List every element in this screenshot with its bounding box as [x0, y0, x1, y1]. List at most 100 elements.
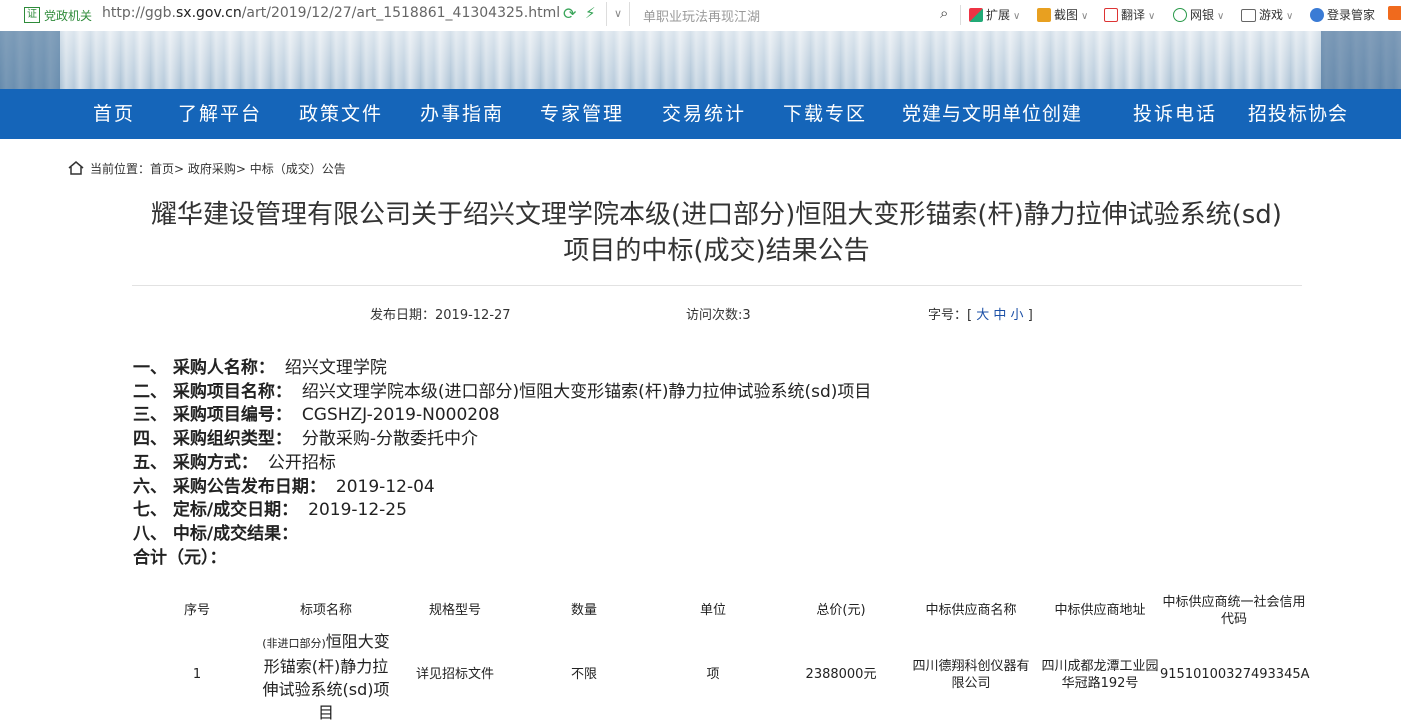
- font-size-control: 字号：[ 大 中 小 ]: [928, 304, 1033, 323]
- info-row: 二、 采购项目名称： 绍兴文理学院本级(进口部分)恒阻大变形锚索(杆)静力拉伸试验…: [133, 381, 871, 405]
- info-row: 六、 采购公告发布日期： 2019-12-04: [133, 476, 871, 500]
- table-header: 中标供应商地址: [1054, 603, 1146, 618]
- bank-icon: [1173, 8, 1187, 22]
- url-prefix: http://ggb.: [102, 5, 176, 21]
- chevron-down-icon: ∨: [1081, 11, 1089, 22]
- info-key: 七、 定标/成交日期：: [133, 500, 299, 521]
- cell-quantity: 不限: [570, 667, 597, 682]
- nav-item-home[interactable]: 首页: [93, 89, 135, 139]
- toolbar-translate-button[interactable]: 翻译 ∨: [1104, 6, 1155, 23]
- font-large-link[interactable]: 大: [976, 308, 989, 323]
- breadcrumb: 当前位置：首页> 政府采购> 中标（成交）公告: [68, 160, 346, 178]
- chevron-down-icon: ∨: [1148, 11, 1156, 22]
- info-key: 二、 采购项目名称：: [133, 381, 292, 402]
- browser-address-bar: 证 党政机关 http://ggb.sx.gov.cn/art/2019/12/…: [0, 0, 1401, 32]
- info-key: 四、 采购组织类型：: [133, 429, 292, 450]
- toolbar-games-button[interactable]: 游戏 ∨: [1241, 6, 1293, 23]
- chevron-down-icon: ∨: [1286, 11, 1294, 22]
- chevron-down-icon[interactable]: ∨: [606, 2, 630, 26]
- info-row: 合计（元）：: [133, 547, 871, 571]
- gamepad-icon: [1241, 9, 1256, 22]
- toolbar-login-manager-button[interactable]: 登录管家: [1310, 6, 1375, 23]
- nav-item-policy[interactable]: 政策文件: [299, 89, 383, 139]
- table-header: 数量: [570, 603, 597, 618]
- item-name-prefix: (非进口部分): [262, 637, 326, 650]
- app-icon[interactable]: [1388, 6, 1401, 20]
- info-key: 八、 中标/成交结果：: [133, 523, 299, 544]
- info-key: 一、 采购人名称：: [133, 358, 275, 378]
- nav-item-complaints[interactable]: 投诉电话: [1133, 89, 1217, 139]
- refresh-icon[interactable]: ⟳: [563, 4, 576, 23]
- info-value: CGSHZJ-2019-N000208: [301, 405, 500, 426]
- search-hint[interactable]: 单职业玩法再现江湖: [643, 6, 760, 25]
- info-row: 八、 中标/成交结果：: [133, 523, 871, 547]
- info-value: 分散采购-分散委托中介: [301, 429, 479, 450]
- toolbar-label: 扩展: [986, 8, 1011, 22]
- cell-item-name: (非进口部分)恒阻大变形锚索(杆)静力拉伸试验系统(sd)项目: [256, 630, 396, 724]
- home-icon: [68, 161, 84, 178]
- search-icon[interactable]: ⌕: [940, 4, 948, 22]
- chevron-down-icon: ∨: [1013, 11, 1021, 22]
- cell-spec: 详见招标文件: [415, 667, 494, 682]
- font-size-close: ]: [1027, 308, 1033, 323]
- info-row: 七、 定标/成交日期： 2019-12-25: [133, 499, 871, 523]
- site-banner: [0, 31, 1401, 89]
- main-nav: 首页 了解平台 政策文件 办事指南 专家管理 交易统计 下载专区 党建与文明单位…: [0, 89, 1401, 139]
- cell-unit: 项: [706, 667, 720, 682]
- info-row: 一、 采购人名称： 绍兴文理学院: [133, 357, 871, 381]
- banner-decoration: [0, 31, 60, 89]
- lightning-icon[interactable]: ⚡: [585, 4, 596, 22]
- font-small-link[interactable]: 小: [1011, 308, 1024, 323]
- toolbar-screenshot-button[interactable]: 截图 ∨: [1037, 6, 1088, 23]
- info-key: 六、 采购公告发布日期：: [133, 476, 326, 497]
- title-divider: [132, 285, 1302, 286]
- toolbar-label: 游戏: [1259, 8, 1284, 22]
- visit-count: 访问次数:3: [686, 308, 751, 323]
- gov-label: 党政机关: [44, 9, 93, 23]
- info-key: 合计（元）：: [133, 547, 227, 568]
- info-row: 三、 采购项目编号： CGSHZJ-2019-N000208: [133, 404, 871, 428]
- table-header: 标项名称: [299, 603, 352, 618]
- info-key: 三、 采购项目编号：: [133, 405, 292, 426]
- font-medium-link[interactable]: 中: [993, 308, 1006, 323]
- cell-index: 1: [192, 667, 202, 682]
- info-row: 四、 采购组织类型： 分散采购-分散委托中介: [133, 428, 871, 452]
- nav-item-stats[interactable]: 交易统计: [662, 89, 746, 139]
- publish-date: 发布日期：2019-12-27: [370, 308, 511, 323]
- toolbar-divider: [960, 5, 961, 25]
- extensions-icon: [969, 8, 983, 22]
- table-header: 中标供应商统一社会信用代码: [1162, 595, 1306, 627]
- nav-item-downloads[interactable]: 下载专区: [783, 89, 867, 139]
- url-domain: sx.gov.cn: [176, 5, 242, 21]
- url-path: /art/2019/12/27/art_1518861_41304325.htm…: [241, 5, 561, 21]
- info-value: 绍兴文理学院: [284, 358, 387, 378]
- nav-item-guide[interactable]: 办事指南: [420, 89, 504, 139]
- gov-badge-icon: 证: [24, 7, 40, 23]
- toolbar-extensions-button[interactable]: 扩展 ∨: [969, 6, 1020, 23]
- title-line-2: 项目的中标(成交)结果公告: [563, 236, 870, 266]
- info-key: 五、 采购方式：: [133, 452, 258, 473]
- toolbar-bank-button[interactable]: 网银 ∨: [1173, 6, 1224, 23]
- chevron-down-icon: ∨: [1217, 11, 1225, 22]
- cell-credit-code: 91510100327493345A: [1160, 667, 1310, 682]
- url-field[interactable]: http://ggb.sx.gov.cn/art/2019/12/27/art_…: [102, 5, 560, 21]
- nav-item-party[interactable]: 党建与文明单位创建: [902, 89, 1082, 139]
- app-icon-shape: [1388, 6, 1401, 20]
- breadcrumb-text[interactable]: 当前位置：首页> 政府采购> 中标（成交）公告: [90, 162, 346, 176]
- toolbar-label: 网银: [1190, 8, 1215, 22]
- info-value: 2019-12-25: [308, 500, 407, 521]
- table-header: 序号: [183, 603, 210, 618]
- nav-item-experts[interactable]: 专家管理: [540, 89, 624, 139]
- banner-decoration: [1321, 31, 1401, 89]
- login-manager-icon: [1310, 8, 1324, 22]
- info-value: 绍兴文理学院本级(进口部分)恒阻大变形锚索(杆)静力拉伸试验系统(sd)项目: [301, 381, 872, 402]
- toolbar-label: 截图: [1054, 8, 1079, 22]
- nav-item-about[interactable]: 了解平台: [178, 89, 262, 139]
- title-line-1: 耀华建设管理有限公司关于绍兴文理学院本级(进口部分)恒阻大变形锚索(杆)静力拉伸…: [151, 200, 1282, 230]
- nav-item-association[interactable]: 招投标协会: [1248, 89, 1348, 139]
- toolbar-label: 登录管家: [1327, 8, 1376, 22]
- table-header: 总价(元): [816, 603, 866, 618]
- announcement-info: 一、 采购人名称： 绍兴文理学院 二、 采购项目名称： 绍兴文理学院本级(进口部分)…: [133, 357, 871, 570]
- info-value: 2019-12-04: [335, 476, 435, 497]
- screenshot-icon: [1037, 8, 1051, 22]
